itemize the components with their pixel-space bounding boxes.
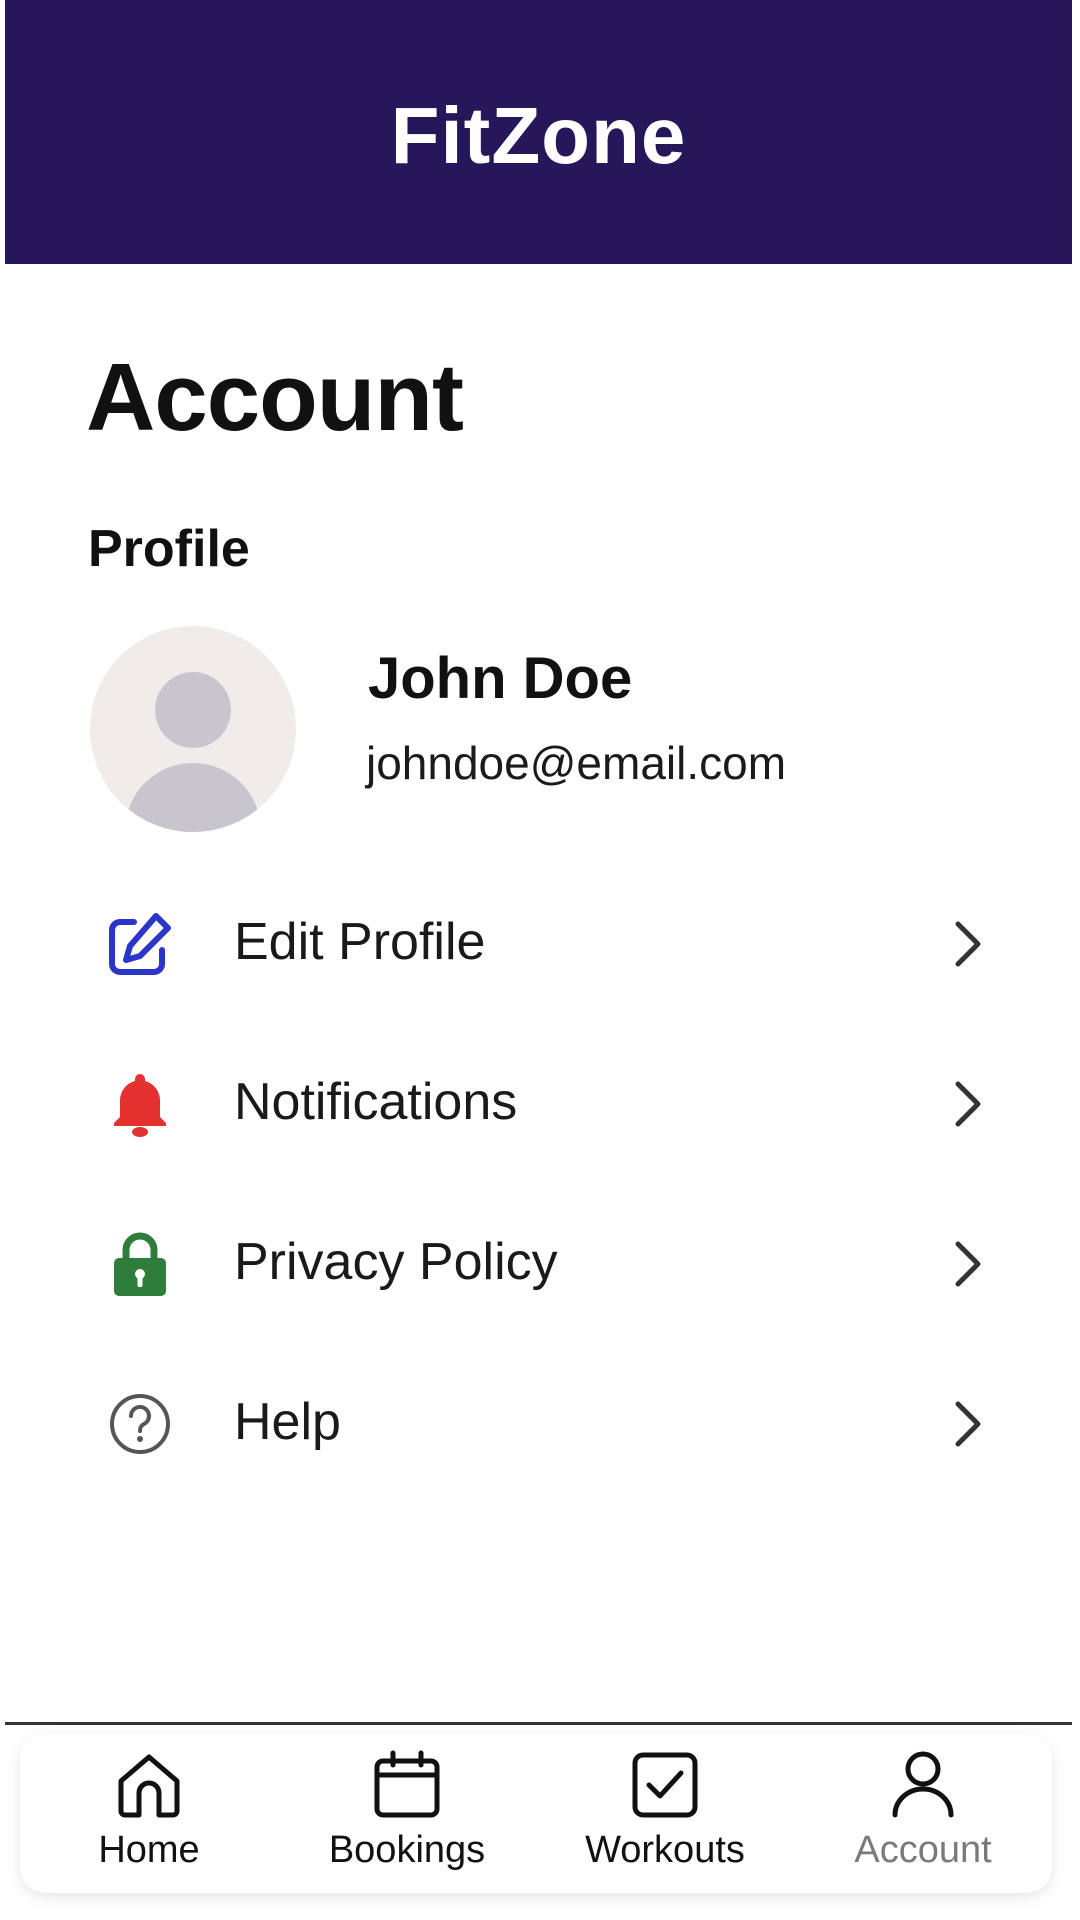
app-title: FitZone — [390, 91, 687, 180]
edit-icon — [109, 913, 171, 975]
menu-item-privacy-policy[interactable]: Privacy Policy — [0, 1190, 1080, 1330]
nav-tab-account[interactable]: Account — [798, 1733, 1048, 1893]
menu-item-label: Notifications — [234, 1073, 518, 1131]
menu-item-help[interactable]: Help — [0, 1350, 1080, 1490]
nav-label: Bookings — [328, 1829, 486, 1871]
help-icon — [110, 1394, 170, 1454]
page-title: Account — [86, 344, 464, 451]
app-header: FitZone — [5, 0, 1072, 264]
menu-item-label: Privacy Policy — [234, 1233, 558, 1291]
person-placeholder-icon — [125, 672, 261, 832]
menu-item-notifications[interactable]: Notifications — [0, 1030, 1080, 1170]
nav-label: Home — [98, 1829, 200, 1871]
section-title-profile: Profile — [88, 520, 250, 578]
checkbox-icon — [632, 1752, 698, 1818]
bottom-nav: Home Bookings Workouts Account — [20, 1733, 1052, 1893]
nav-divider — [5, 1722, 1072, 1725]
home-icon — [118, 1754, 180, 1818]
chevron-right-icon — [955, 1081, 981, 1127]
chevron-right-icon — [955, 1401, 981, 1447]
menu-item-label: Help — [234, 1393, 341, 1451]
chevron-right-icon — [955, 921, 981, 967]
lock-icon — [114, 1232, 166, 1296]
chevron-right-icon — [955, 1241, 981, 1287]
avatar — [90, 626, 296, 832]
profile-email: johndoe@email.com — [366, 737, 787, 789]
person-icon — [892, 1751, 954, 1818]
profile-name: John Doe — [368, 646, 633, 711]
bell-icon — [114, 1074, 166, 1137]
menu-item-edit-profile[interactable]: Edit Profile — [0, 870, 1080, 1010]
menu-item-label: Edit Profile — [234, 913, 486, 971]
nav-tab-workouts[interactable]: Workouts — [540, 1733, 790, 1893]
nav-tab-home[interactable]: Home — [24, 1733, 274, 1893]
nav-label: Workouts — [585, 1829, 745, 1871]
calendar-icon — [374, 1750, 440, 1818]
nav-tab-bookings[interactable]: Bookings — [282, 1733, 532, 1893]
nav-label: Account — [854, 1829, 992, 1871]
